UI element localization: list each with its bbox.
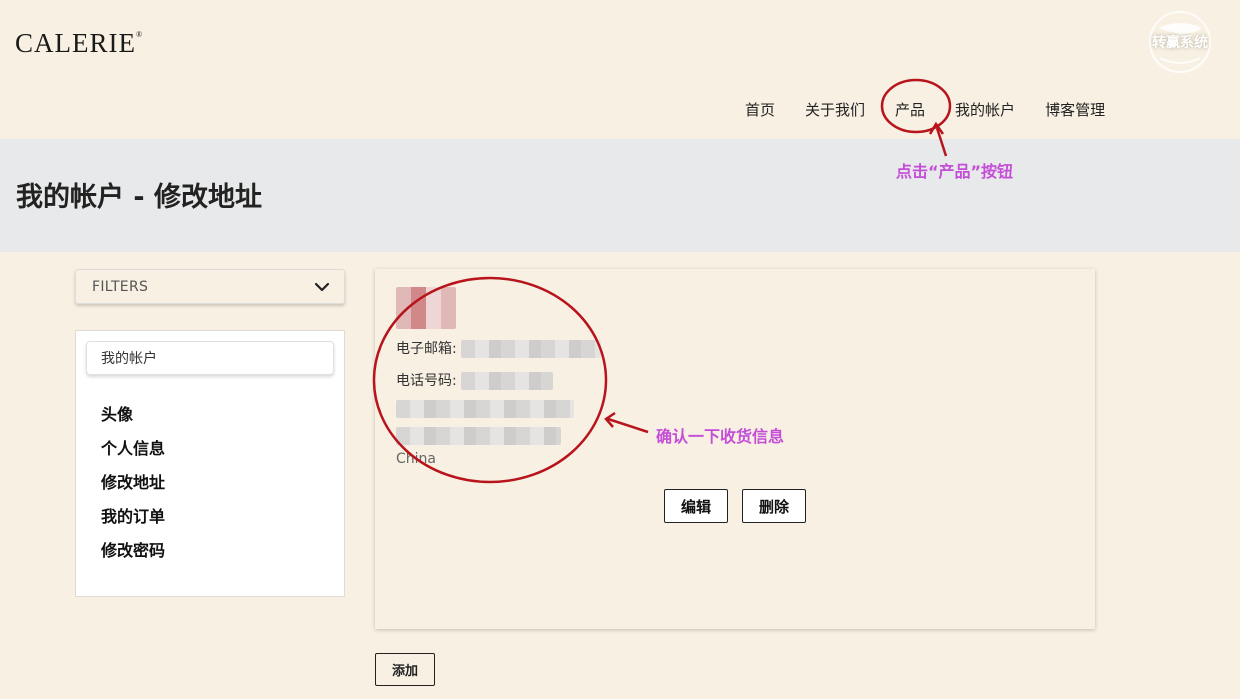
annotation-circle-products xyxy=(880,78,952,134)
annotation-circle-address xyxy=(372,276,608,484)
annotation-arrow-address xyxy=(607,417,649,434)
annotation-address-hint: 确认一下收货信息 xyxy=(656,427,785,446)
annotation-product-hint: 点击“产品”按钮 xyxy=(896,162,1014,181)
annotation-overlay xyxy=(372,78,952,484)
